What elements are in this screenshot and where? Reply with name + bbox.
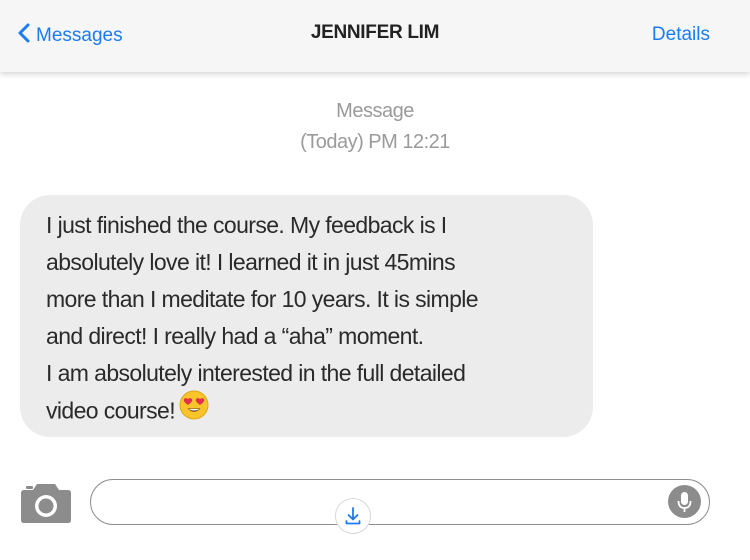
message-timestamp: (Today) PM 12:21 [300, 131, 450, 153]
message-line: absolutely love it! I learned it in just… [46, 249, 456, 275]
camera-icon [20, 484, 72, 528]
camera-button[interactable] [20, 480, 72, 524]
message-line: I am absolutely interested in the full d… [46, 360, 466, 386]
meta-label: Message [336, 100, 414, 122]
download-button[interactable] [335, 498, 371, 534]
message-meta: Message (Today) PM 12:21 [0, 96, 750, 158]
microphone-icon [668, 492, 701, 522]
download-icon [336, 507, 370, 537]
message-line-last: video course! [46, 390, 573, 433]
heart-eyes-emoji-icon [179, 390, 209, 431]
received-message-bubble[interactable]: I just finished the course. My feedback … [20, 195, 593, 437]
message-line: and direct! I really had a “aha” moment. [46, 323, 424, 349]
message-line: more than I meditate for 10 years. It is… [46, 286, 479, 312]
contact-name: JENNIFER LIM [310, 22, 440, 43]
navigation-bar: Messages JENNIFER LIM Details [0, 0, 750, 72]
message-line: I just finished the course. My feedback … [46, 212, 447, 238]
microphone-button[interactable] [668, 485, 701, 518]
details-button[interactable]: Details [652, 24, 710, 46]
message-line-text: video course! [46, 397, 176, 424]
message-input[interactable] [90, 479, 710, 525]
